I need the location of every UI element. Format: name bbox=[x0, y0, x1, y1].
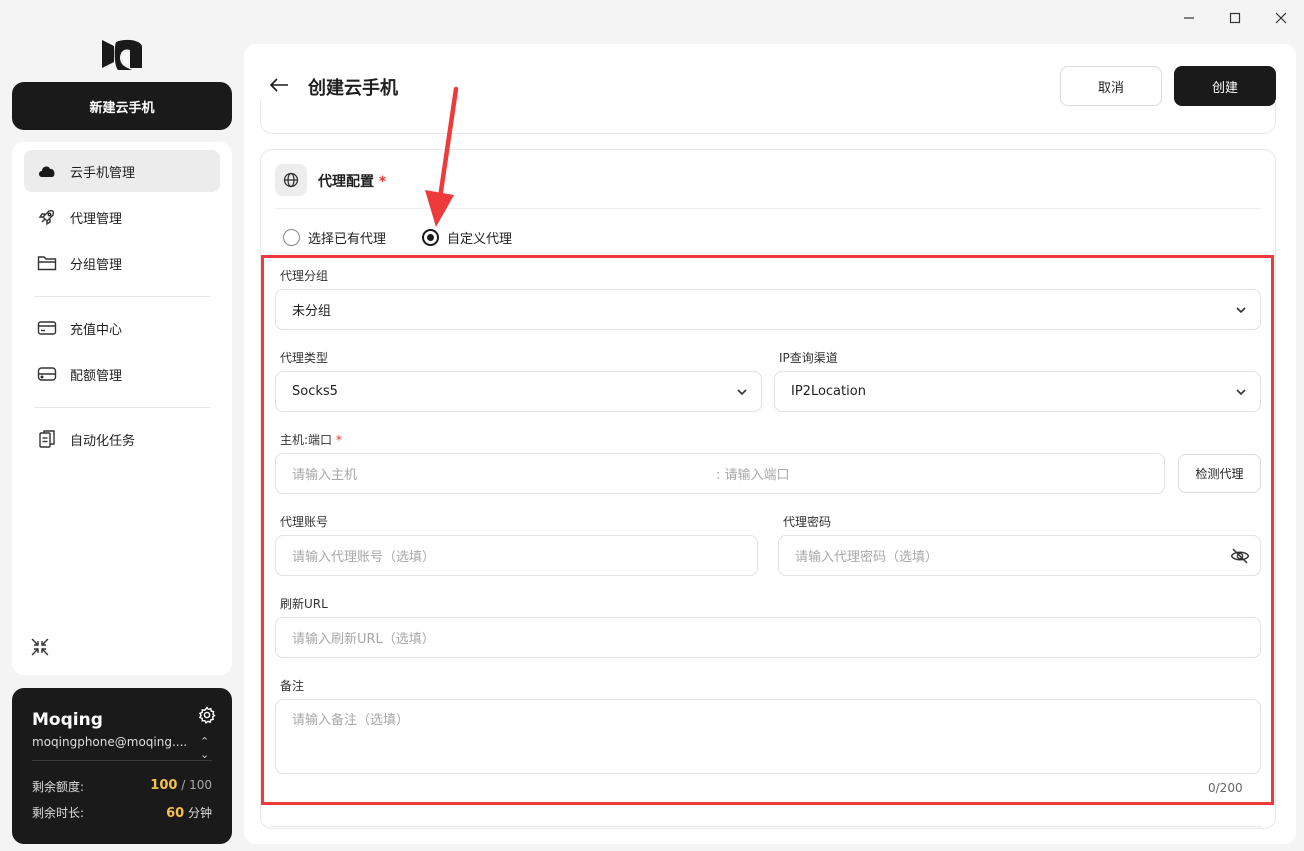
host-input[interactable]: 请输入主机 bbox=[292, 464, 716, 483]
minimize-icon[interactable] bbox=[1166, 0, 1212, 36]
radio-custom-proxy[interactable]: 自定义代理 bbox=[422, 228, 512, 247]
gear-icon[interactable] bbox=[198, 706, 216, 724]
sidebar-item-proxy[interactable]: 代理管理 bbox=[24, 196, 220, 238]
user-card: Moqing moqingphone@moqing.... ⌃ ⌄ 剩余额度: 1… bbox=[12, 688, 232, 844]
chevron-down-icon bbox=[1236, 389, 1246, 396]
ip-query-select[interactable]: IP2Location bbox=[774, 371, 1261, 412]
sidebar-item-label: 配额管理 bbox=[70, 368, 123, 384]
sidebar-item-label: 分组管理 bbox=[70, 257, 123, 273]
quota-value: 100 / 100 bbox=[150, 778, 212, 793]
note-label: 备注 bbox=[280, 679, 305, 693]
window-controls bbox=[1166, 0, 1304, 36]
chevron-down-icon bbox=[737, 389, 747, 396]
note-textarea[interactable]: 请输入备注（选填） bbox=[275, 699, 1261, 774]
sidebar-item-label: 代理管理 bbox=[70, 211, 123, 227]
quota-label: 剩余额度: bbox=[32, 780, 85, 794]
host-port-label: 主机:端口 * bbox=[280, 433, 342, 447]
group-label: 代理分组 bbox=[280, 269, 329, 283]
sidebar-item-label: 充值中心 bbox=[70, 322, 123, 338]
time-value: 60 分钟 bbox=[166, 806, 212, 821]
user-email[interactable]: moqingphone@moqing.... bbox=[32, 735, 187, 749]
time-row: 剩余时长: 60 分钟 bbox=[32, 804, 212, 821]
radio-circle-selected[interactable] bbox=[422, 229, 439, 246]
close-icon[interactable] bbox=[1258, 0, 1304, 36]
sidebar-item-label: 云手机管理 bbox=[70, 165, 136, 181]
note-char-counter: 0/200 bbox=[1208, 781, 1243, 795]
sidebar-nav: 云手机管理 代理管理 分组管理 充值中心 配额管理 自动化任务 bbox=[12, 142, 232, 675]
new-cloud-phone-button[interactable]: 新建云手机 bbox=[12, 82, 232, 130]
sidebar-item-quota[interactable]: 配额管理 bbox=[24, 353, 220, 395]
collapse-sidebar-icon[interactable] bbox=[30, 637, 50, 657]
sidebar-item-automation[interactable]: 自动化任务 bbox=[24, 418, 220, 460]
ip-query-label: IP查询渠道 bbox=[779, 351, 838, 365]
bottom-divider bbox=[270, 826, 1262, 827]
eye-off-icon[interactable] bbox=[1230, 547, 1250, 565]
nav-divider bbox=[34, 296, 210, 297]
proxy-account-input[interactable]: 请输入代理账号（选填） bbox=[275, 535, 758, 576]
radio-circle[interactable] bbox=[283, 229, 300, 246]
radio-existing-proxy[interactable]: 选择已有代理 bbox=[283, 228, 386, 247]
globe-icon bbox=[275, 164, 307, 196]
main-panel: 创建云手机 取消 创建 代理配置 * 选择已有代理 自定义代理 代理分组 未分组… bbox=[244, 44, 1296, 844]
nav-divider bbox=[34, 407, 210, 408]
quota-row: 剩余额度: 100 / 100 bbox=[32, 778, 212, 795]
maximize-icon[interactable] bbox=[1212, 0, 1258, 36]
section-divider bbox=[275, 208, 1261, 209]
port-input[interactable]: : 请输入端口 bbox=[716, 464, 790, 483]
sidebar-item-cloud-phone[interactable]: 云手机管理 bbox=[24, 150, 220, 192]
cloud-icon bbox=[36, 160, 58, 182]
sidebar: 新建云手机 云手机管理 代理管理 分组管理 充值中心 配额管理 自动化任务 Mo… bbox=[12, 0, 232, 851]
proxy-password-input[interactable]: 请输入代理密码（选填） bbox=[778, 535, 1261, 576]
refresh-url-input[interactable]: 请输入刷新URL（选填） bbox=[275, 617, 1261, 658]
folder-icon bbox=[36, 252, 58, 274]
clipboard-icon bbox=[36, 428, 58, 450]
refresh-url-label: 刷新URL bbox=[280, 597, 328, 611]
sidebar-item-label: 自动化任务 bbox=[70, 433, 136, 449]
password-label: 代理密码 bbox=[783, 515, 832, 529]
detect-proxy-button[interactable]: 检测代理 bbox=[1178, 454, 1261, 493]
proxy-group-select[interactable]: 未分组 bbox=[275, 289, 1261, 330]
app-logo-icon bbox=[102, 39, 142, 70]
user-divider bbox=[32, 760, 212, 761]
previous-section-card bbox=[260, 100, 1276, 134]
sidebar-item-recharge[interactable]: 充值中心 bbox=[24, 307, 220, 349]
account-label: 代理账号 bbox=[280, 515, 329, 529]
page-title: 创建云手机 bbox=[308, 78, 398, 99]
rocket-icon bbox=[36, 206, 58, 228]
account-switch-icon[interactable]: ⌃ ⌄ bbox=[200, 735, 209, 761]
back-arrow-icon[interactable] bbox=[268, 74, 290, 96]
user-name: Moqing bbox=[32, 710, 103, 730]
chevron-down-icon bbox=[1236, 307, 1246, 314]
database-icon bbox=[36, 363, 58, 385]
credit-card-icon bbox=[36, 317, 58, 339]
host-port-field[interactable]: 请输入主机 : 请输入端口 bbox=[275, 453, 1165, 494]
sidebar-item-group[interactable]: 分组管理 bbox=[24, 242, 220, 284]
time-label: 剩余时长: bbox=[32, 806, 85, 820]
proxy-config-card: 代理配置 * 选择已有代理 自定义代理 代理分组 未分组 代理类型 Socks5… bbox=[260, 149, 1276, 829]
section-title: 代理配置 * bbox=[318, 174, 387, 190]
proxy-type-select[interactable]: Socks5 bbox=[275, 371, 762, 412]
type-label: 代理类型 bbox=[280, 351, 329, 365]
